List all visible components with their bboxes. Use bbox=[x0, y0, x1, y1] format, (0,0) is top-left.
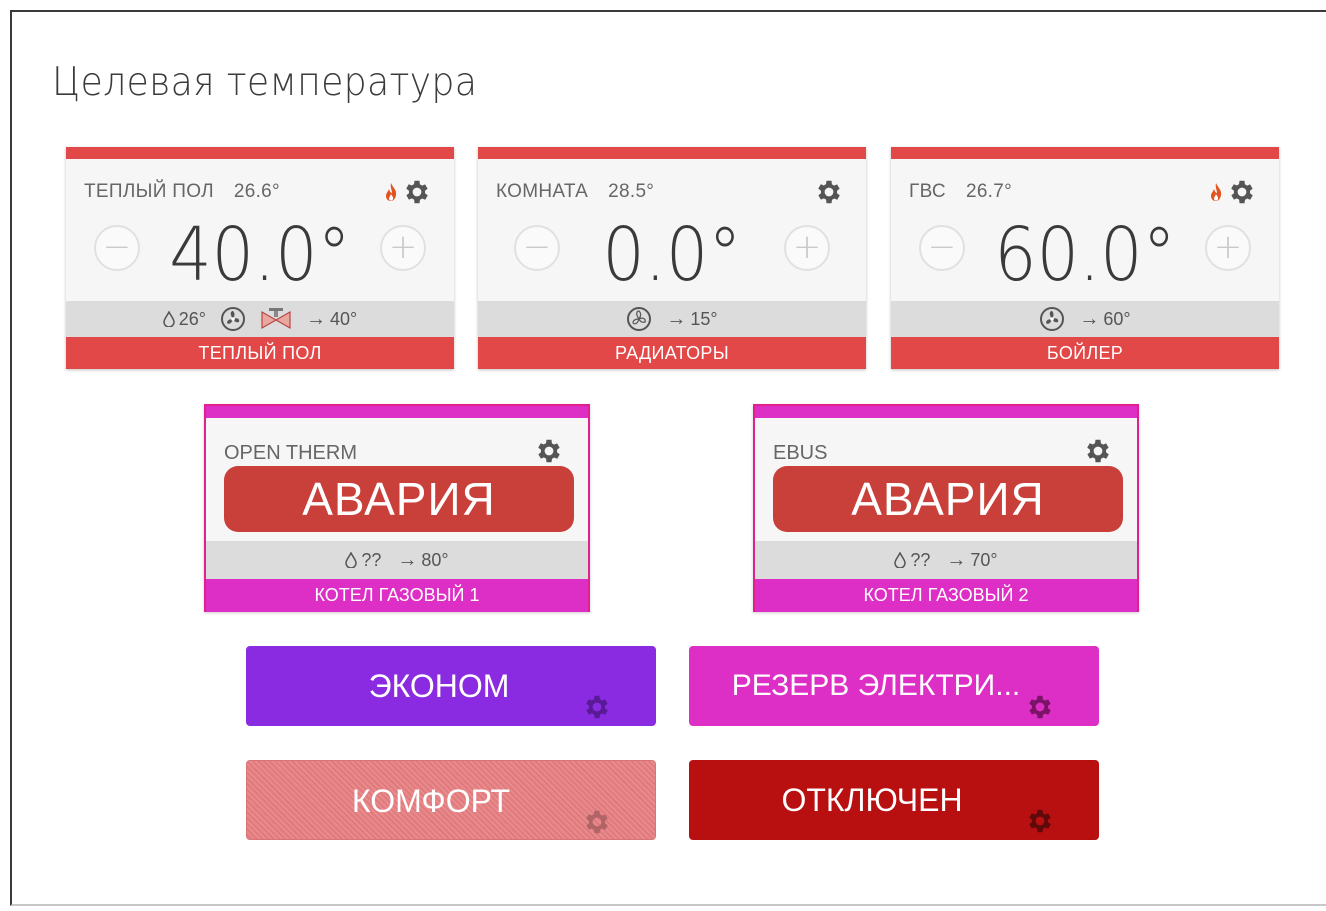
fan-icon bbox=[1040, 307, 1065, 331]
status-bar: → 60° bbox=[891, 301, 1279, 337]
boiler-settings bbox=[534, 436, 564, 470]
status-bar: → 15° bbox=[478, 301, 866, 337]
humidity-stat: ?? bbox=[894, 550, 930, 571]
arrow-right-icon: → bbox=[666, 307, 687, 330]
boiler-name: OPEN THERM bbox=[224, 442, 357, 464]
gear-icon[interactable] bbox=[402, 177, 432, 207]
fan-icon bbox=[627, 307, 652, 331]
drop-value: ?? bbox=[361, 549, 382, 570]
status-bar: ?? → 80° bbox=[206, 541, 588, 579]
card-name: ГВС bbox=[909, 181, 946, 202]
current-temperature: 28.5° bbox=[608, 181, 655, 202]
thermostat-card-dhw: ГВС 26.7° − 60.0° + → 60° БОЙЛЕР bbox=[891, 147, 1279, 369]
mode-comfort-button[interactable]: КОМФОРТ bbox=[246, 760, 656, 840]
drop-icon bbox=[345, 552, 358, 568]
mode-label: КОМФОРТ bbox=[351, 783, 511, 819]
arrow-value: 80° bbox=[421, 549, 449, 570]
boiler-footer-label[interactable]: КОТЕЛ ГАЗОВЫЙ 1 bbox=[206, 579, 588, 612]
flame-icon bbox=[386, 183, 397, 201]
increase-button[interactable]: + bbox=[784, 225, 830, 271]
boiler-card-2: EBUS АВАРИЯ ?? → 70° КОТЕЛ ГАЗОВЫЙ 2 bbox=[753, 404, 1139, 612]
gear-icon[interactable] bbox=[1083, 436, 1113, 466]
humidity-stat: 26° bbox=[163, 309, 206, 330]
arrow-right-icon: → bbox=[1079, 307, 1100, 330]
mode-settings bbox=[582, 671, 612, 751]
gear-icon[interactable] bbox=[582, 807, 612, 837]
alarm-status: АВАРИЯ bbox=[224, 466, 574, 532]
mode-label: РЕЗЕРВ ЭЛЕКТРИ... bbox=[731, 669, 1021, 702]
drop-icon bbox=[894, 552, 907, 568]
gear-icon[interactable] bbox=[534, 436, 564, 466]
card-icons bbox=[1209, 177, 1257, 207]
page-title: Целевая температура bbox=[52, 60, 478, 105]
card-name: КОМНАТА bbox=[496, 181, 589, 202]
flame-icon bbox=[1211, 183, 1222, 201]
mode-off-button[interactable]: ОТКЛЮЧЕН bbox=[689, 760, 1099, 840]
current-temperature: 26.6° bbox=[233, 181, 280, 202]
humidity-stat: ?? bbox=[345, 550, 381, 571]
card-icons bbox=[814, 177, 844, 207]
card-header: ТЕПЛЫЙ ПОЛ 26.6° bbox=[84, 181, 280, 203]
increase-button[interactable]: + bbox=[1205, 225, 1251, 271]
mode-reserve-button[interactable]: РЕЗЕРВ ЭЛЕКТРИ... bbox=[689, 646, 1099, 726]
arrow-right-icon: → bbox=[946, 548, 967, 571]
gear-icon[interactable] bbox=[582, 692, 612, 722]
flow-temp-stat: → 15° bbox=[666, 308, 717, 331]
card-accent-bar bbox=[66, 147, 454, 159]
arrow-value: 70° bbox=[970, 549, 998, 570]
card-accent-bar bbox=[891, 147, 1279, 159]
flow-temp-stat: → 70° bbox=[946, 549, 997, 572]
drop-icon bbox=[163, 311, 175, 327]
card-accent-bar bbox=[206, 406, 588, 418]
card-footer-label[interactable]: РАДИАТОРЫ bbox=[478, 337, 866, 369]
current-temperature: 26.7° bbox=[965, 181, 1013, 202]
flow-temp-stat: → 40° bbox=[306, 308, 357, 331]
boiler-name: EBUS bbox=[773, 442, 828, 464]
arrow-value: 40° bbox=[330, 308, 358, 329]
arrow-value: 60° bbox=[1103, 308, 1131, 329]
mode-settings bbox=[1025, 785, 1055, 865]
flow-temp-stat: → 80° bbox=[397, 549, 448, 572]
card-icons bbox=[384, 177, 432, 207]
card-header: ГВС 26.7° bbox=[909, 181, 1012, 203]
mode-econom-button[interactable]: ЭКОНОМ bbox=[246, 646, 656, 726]
arrow-value: 15° bbox=[690, 308, 718, 329]
gear-icon[interactable] bbox=[1025, 692, 1055, 722]
fan-icon bbox=[221, 307, 245, 331]
drop-value: 26° bbox=[178, 308, 206, 329]
arrow-right-icon: → bbox=[397, 548, 418, 571]
card-accent-bar bbox=[755, 406, 1137, 418]
increase-button[interactable]: + bbox=[380, 225, 426, 271]
boiler-footer-label[interactable]: КОТЕЛ ГАЗОВЫЙ 2 bbox=[755, 579, 1137, 612]
gear-icon[interactable] bbox=[1227, 177, 1257, 207]
mode-settings bbox=[1025, 671, 1055, 751]
alarm-status: АВАРИЯ bbox=[773, 466, 1123, 532]
gear-icon[interactable] bbox=[1025, 806, 1055, 836]
arrow-right-icon: → bbox=[306, 307, 326, 330]
boiler-card-1: OPEN THERM АВАРИЯ ?? → 80° КОТЕЛ ГАЗОВЫЙ… bbox=[204, 404, 590, 612]
status-bar: 26° → 40° bbox=[66, 301, 454, 337]
card-footer-label[interactable]: ТЕПЛЫЙ ПОЛ bbox=[66, 337, 454, 369]
boiler-settings bbox=[1083, 436, 1113, 470]
card-header: КОМНАТА 28.5° bbox=[496, 181, 654, 203]
card-footer-label[interactable]: БОЙЛЕР bbox=[891, 337, 1279, 369]
gear-icon[interactable] bbox=[814, 177, 844, 207]
valve-icon bbox=[261, 308, 291, 330]
status-bar: ?? → 70° bbox=[755, 541, 1137, 579]
card-name: ТЕПЛЫЙ ПОЛ bbox=[84, 181, 214, 202]
card-accent-bar bbox=[478, 147, 866, 159]
drop-value: ?? bbox=[910, 549, 931, 570]
thermostat-card-floor: ТЕПЛЫЙ ПОЛ 26.6° − 40.0° + 26° → 40° ТЕПЛ… bbox=[66, 147, 454, 369]
thermostat-card-room: КОМНАТА 28.5° − 0.0° + → 15° РАДИАТОРЫ bbox=[478, 147, 866, 369]
mode-settings bbox=[582, 786, 612, 866]
mode-label: ОТКЛЮЧЕН bbox=[781, 782, 963, 818]
flow-temp-stat: → 60° bbox=[1079, 308, 1130, 331]
